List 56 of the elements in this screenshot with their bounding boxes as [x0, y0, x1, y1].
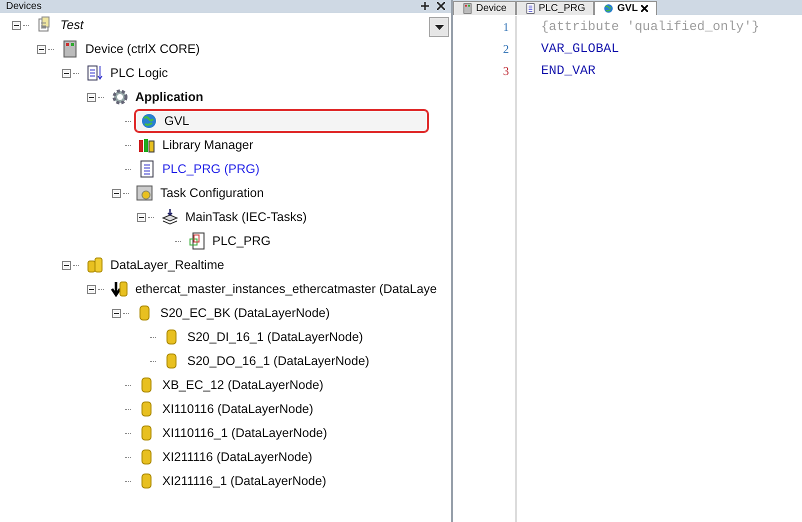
collapse-toggle[interactable]	[137, 212, 146, 222]
tree-item[interactable]: XI110116 (DataLayerNode)	[134, 398, 318, 420]
tree-item[interactable]: XB_EC_12 (DataLayerNode)	[134, 374, 328, 396]
books-icon	[138, 136, 156, 154]
caret-icon	[434, 24, 444, 30]
code-line: {attribute 'qualified_only'}	[541, 19, 760, 34]
collapse-toggle[interactable]	[112, 308, 121, 318]
tree-item[interactable]: XI211116_1 (DataLayerNode)	[134, 470, 330, 492]
tree-item[interactable]: PLC_PRG (PRG)	[134, 158, 264, 180]
device-icon	[462, 3, 473, 14]
tree-item[interactable]: S20_DO_16_1 (DataLayerNode)	[159, 350, 374, 372]
tree-item[interactable]: XI211116 (DataLayerNode)	[134, 446, 316, 468]
tree-item[interactable]: XI110116_1 (DataLayerNode)	[134, 422, 332, 444]
panel-title: Devices	[6, 2, 43, 12]
code-line: VAR_GLOBAL	[541, 41, 620, 56]
document-icon	[188, 232, 206, 250]
editor-tab[interactable]: GVL	[594, 1, 657, 15]
pin-button[interactable]	[421, 2, 429, 12]
document-icon	[86, 64, 104, 82]
cylinder-icon	[111, 280, 129, 298]
globe-icon	[603, 3, 614, 14]
code-line: END_VAR	[541, 63, 596, 78]
tree-item[interactable]: ethercat_master_instances_ethercatmaster (DataLaye	[107, 278, 441, 300]
tree-item[interactable]: S20_DI_16_1 (DataLayerNode)	[159, 326, 368, 348]
collapse-toggle[interactable]	[87, 284, 96, 294]
tree-item[interactable]: Test	[32, 14, 88, 36]
close-button[interactable]	[437, 2, 445, 12]
collapse-toggle[interactable]	[12, 20, 21, 30]
tree-item[interactable]: Library Manager	[134, 134, 258, 156]
line-number: 2	[502, 41, 509, 58]
tree-item[interactable]: Application	[107, 86, 208, 108]
collapse-toggle[interactable]	[37, 44, 46, 54]
editor-tab[interactable]: Device	[453, 1, 516, 15]
tree-item[interactable]: PLC_PRG	[184, 230, 275, 252]
document-icon	[138, 160, 156, 178]
collapse-toggle[interactable]	[62, 260, 71, 270]
collapse-toggle[interactable]	[112, 188, 121, 198]
tree-item[interactable]: Device (ctrlX CORE)	[57, 38, 204, 60]
collapse-toggle[interactable]	[62, 68, 71, 78]
line-number: 3	[502, 63, 509, 80]
device-icon	[61, 40, 79, 58]
tree-item[interactable]: GVL	[134, 108, 429, 134]
document-icon	[524, 3, 536, 14]
tree-item[interactable]: MainTask (IEC-Tasks)	[157, 206, 311, 228]
collapse-toggle[interactable]	[87, 92, 96, 102]
tree-item[interactable]: DataLayer_Realtime	[82, 254, 228, 276]
close-icon[interactable]	[640, 5, 648, 12]
tree-item[interactable]: S20_EC_BK (DataLayerNode)	[132, 302, 334, 324]
tree-item[interactable]: Task Configuration	[132, 182, 268, 204]
tree-item[interactable]: PLC Logic	[82, 62, 172, 84]
line-number: 1	[502, 19, 509, 36]
cylinder-icon	[86, 256, 104, 274]
dropdown-button[interactable]	[429, 17, 449, 37]
editor-tab[interactable]: PLC_PRG	[516, 1, 594, 15]
stack-icon	[161, 208, 179, 226]
globe-icon	[140, 112, 158, 130]
